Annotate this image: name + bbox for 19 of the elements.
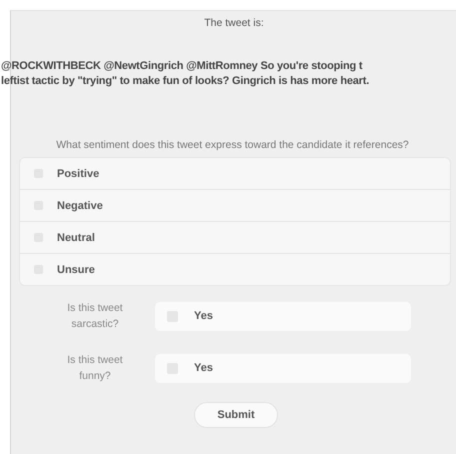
tweet-heading: The tweet is: [203,17,265,29]
sentiment-option[interactable]: Negative [20,190,450,222]
yes-checkbox-field[interactable]: Yes [155,354,411,382]
submit-button[interactable]: Submit [194,402,278,428]
option-label: Positive [57,168,100,180]
checkbox-label: Yes [194,362,213,374]
sentiment-question: What sentiment does this tweet express toward the candidate it references? [55,138,410,153]
check-question: Is this tweet funny? [66,353,124,384]
sentiment-option[interactable]: Neutral [20,222,450,254]
checkbox-label: Yes [194,310,213,322]
sentiment-option[interactable]: Positive [20,158,450,190]
option-label: Negative [57,200,103,212]
check-question: Is this tweet sarcastic? [66,301,124,332]
tweet-text: leftist tactic by "trying" to make fun of looks? Gingrich is has more heart. [1,74,370,89]
yes-checkbox-field[interactable]: Yes [155,302,411,330]
option-label: Unsure [57,264,95,276]
sentiment-option[interactable]: Unsure [20,254,450,285]
option-label: Neutral [57,232,95,244]
tweet-text: @ROCKWITHBECK @NewtGingrich @MittRomney So you're stooping t [1,59,364,74]
